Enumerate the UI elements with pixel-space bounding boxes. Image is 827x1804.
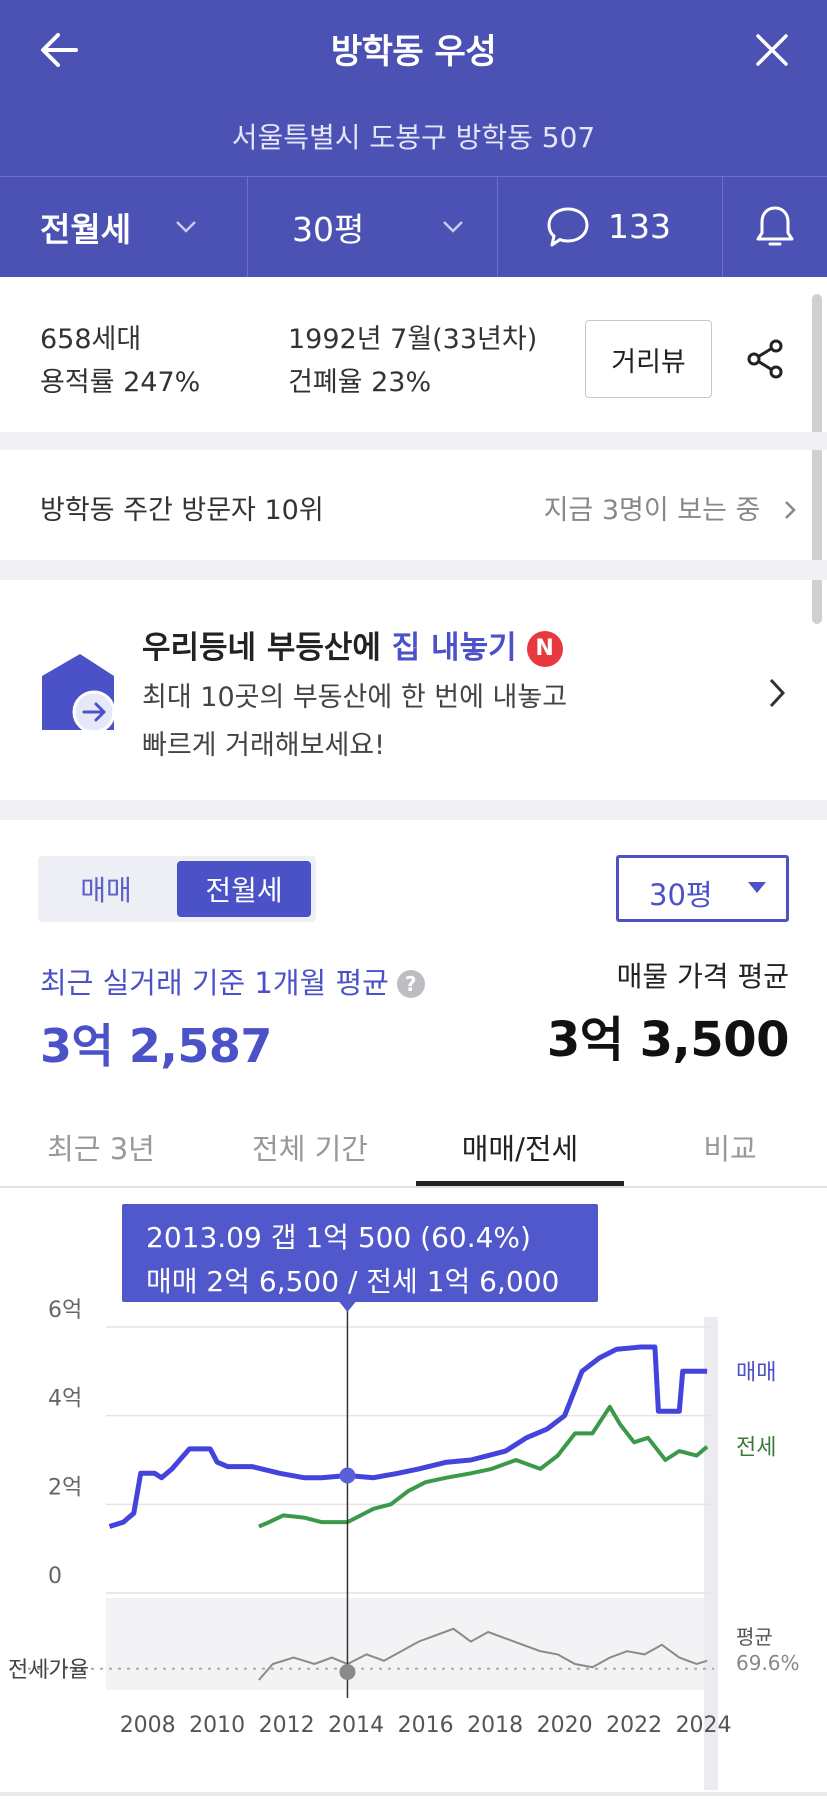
highlight-sale-marker bbox=[339, 1467, 356, 1484]
series-sale-line bbox=[108, 1344, 708, 1529]
recent-avg-label-text: 최근 실거래 기준 1개월 평균 bbox=[40, 966, 389, 1000]
chart-size-dropdown[interactable]: 30평 bbox=[616, 855, 789, 922]
section-divider bbox=[0, 560, 827, 580]
floor-area-ratio: 용적률 247% bbox=[40, 367, 201, 398]
x-tick-label: 2024 bbox=[676, 1713, 732, 1738]
x-tick-label: 2014 bbox=[328, 1713, 384, 1738]
current-viewers-text: 지금 3명이 보는 중 bbox=[543, 495, 761, 526]
address: 서울특별시 도봉구 방학동 507 bbox=[231, 121, 596, 154]
list-house-banner[interactable]: 우리등네 부등산에 집 내놓기 N 최대 10곳의 부동산에 한 번에 내놓고 빠… bbox=[0, 580, 827, 800]
ratio-label: 전세가율 bbox=[8, 1658, 89, 1683]
y-tick-label: 2억 bbox=[48, 1475, 82, 1500]
x-tick-label: 2010 bbox=[189, 1713, 245, 1738]
tab-recent-3y[interactable]: 최근 3년 bbox=[16, 1108, 186, 1186]
y-tick-label: 6억 bbox=[48, 1298, 82, 1323]
built-date: 1992년 7월(33년차) bbox=[288, 324, 538, 355]
tab-sale-jeonse[interactable]: 매매/전세 bbox=[416, 1108, 624, 1186]
help-icon[interactable]: ? bbox=[396, 970, 425, 998]
promo-title: 우리등네 부등산에 집 내놓기 N bbox=[142, 622, 563, 667]
active-tab-indicator bbox=[416, 1181, 624, 1186]
y-tick-label: 0 bbox=[48, 1564, 62, 1589]
deal-type-label: 전월세 bbox=[40, 209, 132, 249]
promo-desc-line: 최대 10곳의 부동산에 한 번에 내놓고 bbox=[142, 682, 568, 713]
asking-avg-label: 매물 가격 평균 bbox=[616, 960, 789, 993]
bell-icon bbox=[756, 206, 794, 245]
deal-type-toggle: 매매 전월세 bbox=[38, 856, 316, 922]
households: 658세대 bbox=[40, 324, 142, 355]
caret-down-icon bbox=[748, 882, 766, 893]
x-tick-label: 2022 bbox=[606, 1713, 662, 1738]
size-dropdown[interactable]: 30평 bbox=[248, 176, 497, 277]
current-viewers: 지금 3명이 보는 중 bbox=[544, 488, 797, 527]
tooltip-line-prices: 매매 2억 6,500 / 전세 1억 6,000 bbox=[146, 1265, 560, 1298]
deal-type-dropdown[interactable]: 전월세 bbox=[0, 176, 247, 277]
highlight-ratio-marker bbox=[339, 1664, 356, 1680]
visitor-row[interactable]: 방학동 주간 방문자 10위 지금 3명이 보는 중 bbox=[0, 450, 827, 560]
new-badge: N bbox=[526, 631, 563, 667]
x-tick-label: 2016 bbox=[398, 1713, 454, 1738]
recent-avg-label: 최근 실거래 기준 1개월 평균? bbox=[40, 960, 425, 1002]
close-icon[interactable] bbox=[748, 26, 796, 74]
tab-all-period[interactable]: 전체 기간 bbox=[222, 1108, 398, 1186]
comments-button[interactable]: 133 bbox=[498, 176, 722, 277]
ratio-avg-label: 평균 bbox=[736, 1625, 773, 1649]
x-tick-label: 2008 bbox=[120, 1713, 176, 1738]
street-view-button[interactable]: 거리뷰 bbox=[585, 320, 712, 398]
house-arrow-icon bbox=[42, 654, 116, 734]
asking-avg-value: 3억 3,500 bbox=[546, 1012, 790, 1068]
section-divider bbox=[0, 432, 827, 450]
toggle-sale[interactable]: 매매 bbox=[43, 861, 169, 917]
notification-button[interactable] bbox=[723, 176, 827, 277]
chart-size-value: 30평 bbox=[649, 878, 713, 912]
top-header: 방학동 우성 서울특별시 도봉구 방학동 507 전월세 30평 133 bbox=[0, 0, 827, 277]
chevron-down-icon bbox=[443, 220, 464, 233]
ratio-band bbox=[106, 1598, 714, 1690]
period-tabs: 최근 3년 전체 기간 매매/전세 비교 bbox=[0, 1108, 827, 1188]
tab-compare[interactable]: 비교 bbox=[660, 1108, 800, 1186]
promo-description: 최대 10곳의 부동산에 한 번에 내놓고 빠르게 거래해보세요! bbox=[142, 674, 662, 770]
series-jeonse-line bbox=[258, 1404, 709, 1529]
chevron-right-icon bbox=[785, 501, 796, 519]
series-label-sale: 매매 bbox=[736, 1360, 776, 1385]
recent-avg-value: 3억 2,587 bbox=[40, 1019, 272, 1073]
promo-desc-line: 빠르게 거래해보세요! bbox=[142, 730, 385, 761]
page-title: 방학동 우성 bbox=[330, 32, 497, 72]
chevron-down-icon bbox=[176, 220, 196, 233]
promo-title-text: 우리등네 부등산에 bbox=[142, 630, 392, 666]
series-label-jeonse: 전세 bbox=[736, 1436, 776, 1461]
tooltip-line-gap: 2013.09 갭 1억 500 (60.4%) bbox=[146, 1221, 531, 1254]
share-icon[interactable] bbox=[742, 335, 790, 383]
tooltip-pointer bbox=[339, 1302, 356, 1312]
x-tick-label: 2012 bbox=[259, 1713, 315, 1738]
building-coverage: 건폐율 23% bbox=[288, 367, 432, 398]
promo-title-highlight: 집 내놓기 bbox=[391, 630, 517, 666]
chevron-right-icon bbox=[769, 678, 786, 708]
section-divider bbox=[0, 800, 827, 820]
x-tick-label: 2020 bbox=[537, 1713, 593, 1738]
bottom-divider bbox=[0, 1792, 827, 1796]
chart-tooltip: 2013.09 갭 1억 500 (60.4%) 매매 2억 6,500 / 전… bbox=[122, 1204, 598, 1302]
toggle-rent[interactable]: 전월세 bbox=[177, 861, 311, 917]
y-tick-label: 4억 bbox=[48, 1387, 82, 1412]
ratio-avg-value: 69.6% bbox=[736, 1651, 800, 1675]
speech-bubble-icon bbox=[547, 207, 589, 246]
comments-count: 133 bbox=[608, 207, 671, 246]
x-tick-label: 2018 bbox=[467, 1713, 523, 1738]
visitor-rank: 방학동 주간 방문자 10위 bbox=[40, 495, 324, 526]
size-label: 30평 bbox=[292, 209, 365, 249]
